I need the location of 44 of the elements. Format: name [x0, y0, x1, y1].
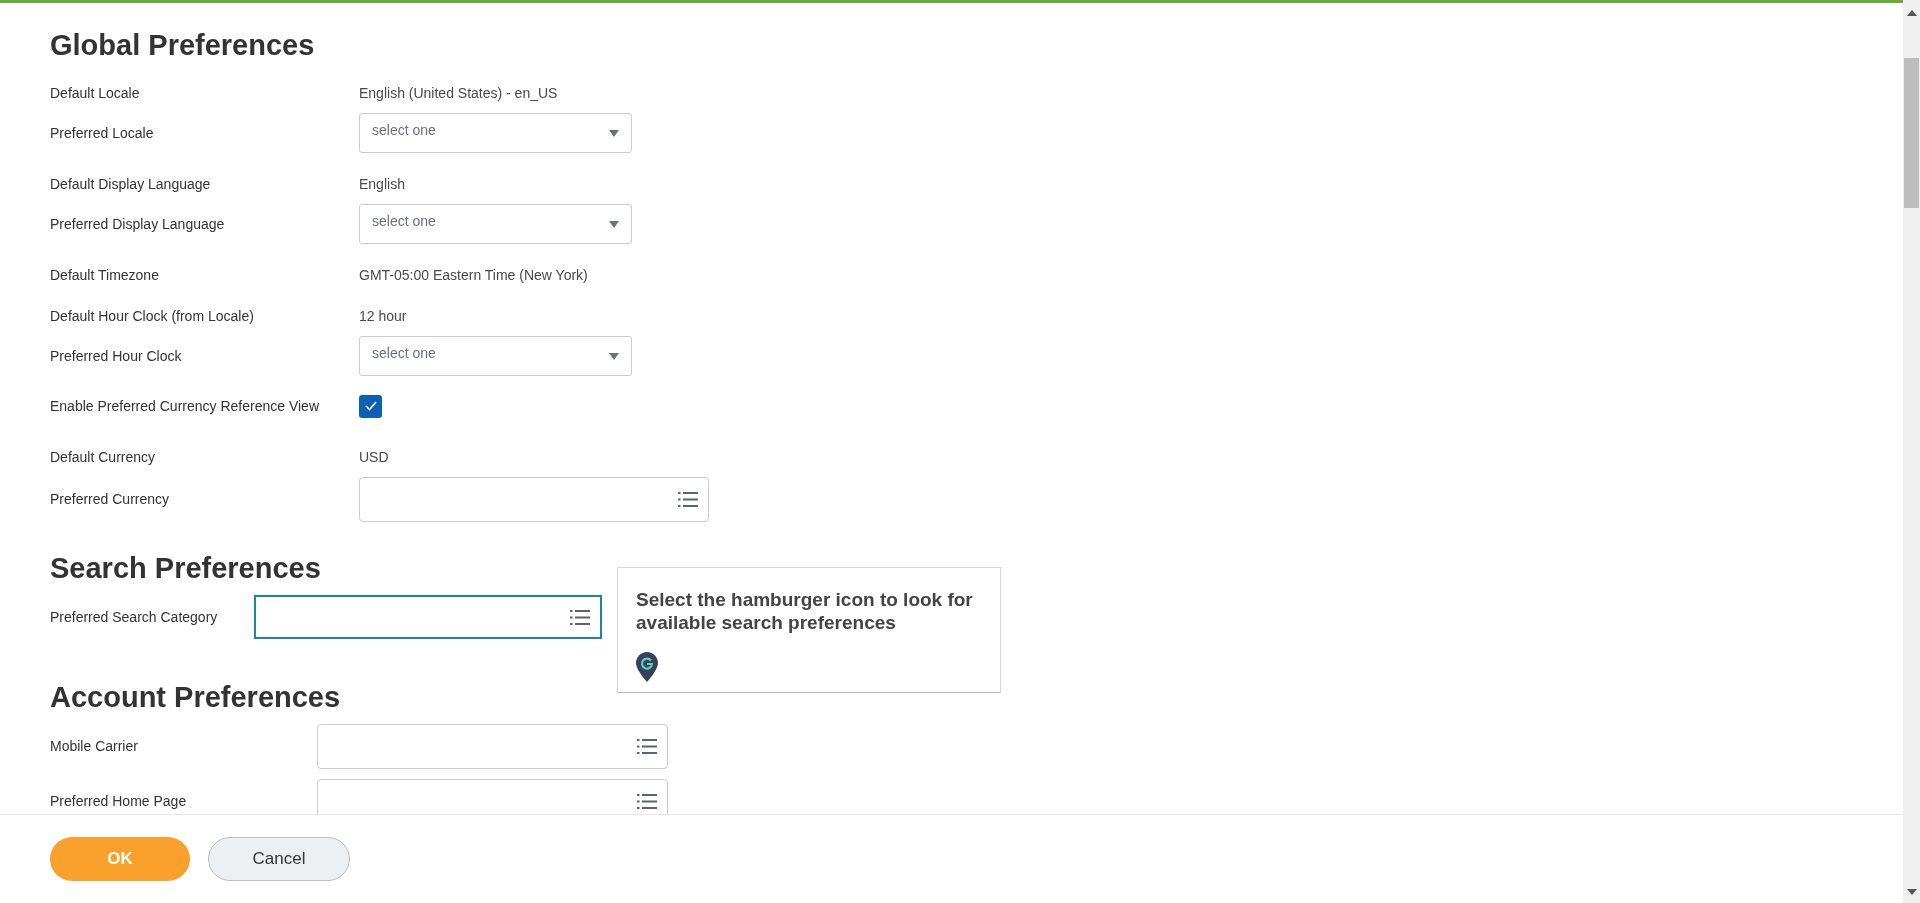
field-label: Preferred Locale [50, 125, 154, 141]
field-label: Default Display Language [50, 175, 211, 192]
field-value: GMT-05:00 Eastern Time (New York) [359, 266, 588, 283]
input-field[interactable] [359, 477, 709, 522]
section-heading: Account Preferences [50, 680, 341, 714]
checkbox[interactable] [359, 394, 382, 418]
field-value: USD [359, 448, 389, 465]
caret-icon [609, 129, 619, 137]
scroll-down-icon[interactable] [1906, 889, 1917, 895]
list-icon[interactable] [637, 794, 657, 809]
field-label: Default Currency [50, 448, 156, 465]
input-field[interactable] [317, 724, 668, 769]
dropdown[interactable]: select one [359, 336, 632, 376]
input-field[interactable] [317, 779, 668, 814]
scrollbar-thumb[interactable] [1904, 58, 1919, 208]
cancel-button[interactable]: Cancel [208, 837, 350, 881]
field-label: Preferred Hour Clock [50, 348, 182, 364]
map-pin-icon [636, 652, 658, 682]
input-field[interactable] [254, 595, 602, 639]
field-label: Preferred Search Category [50, 609, 218, 625]
check-icon [364, 401, 377, 411]
field-value: 12 hour [359, 307, 407, 324]
caret-icon [609, 220, 619, 228]
scrollbar[interactable] [1903, 0, 1920, 903]
field-label: Preferred Display Language [50, 216, 225, 232]
field-label: Mobile Carrier [50, 738, 138, 754]
field-label: Enable Preferred Currency Reference View [50, 398, 319, 414]
field-label: Default Hour Clock (from Locale) [50, 307, 254, 324]
field-label: Preferred Home Page [50, 793, 187, 809]
dropdown[interactable]: select one [359, 113, 632, 153]
list-icon[interactable] [678, 492, 698, 507]
scroll-up-icon[interactable] [1906, 10, 1917, 16]
list-icon[interactable] [637, 739, 657, 754]
field-label: Default Timezone [50, 266, 159, 283]
tooltip-text: Select the hamburger icon to look for available search preferences [636, 588, 974, 634]
dropdown[interactable]: select one [359, 204, 632, 244]
list-icon[interactable] [570, 609, 590, 625]
section-heading: Search Preferences [50, 551, 321, 585]
field-value: English (United States) - en_US [359, 84, 558, 101]
field-label: Preferred Currency [50, 491, 170, 507]
section-heading: Global Preferences [50, 28, 315, 62]
field-value: English [359, 175, 405, 192]
caret-icon [609, 352, 619, 360]
field-label: Default Locale [50, 84, 140, 101]
